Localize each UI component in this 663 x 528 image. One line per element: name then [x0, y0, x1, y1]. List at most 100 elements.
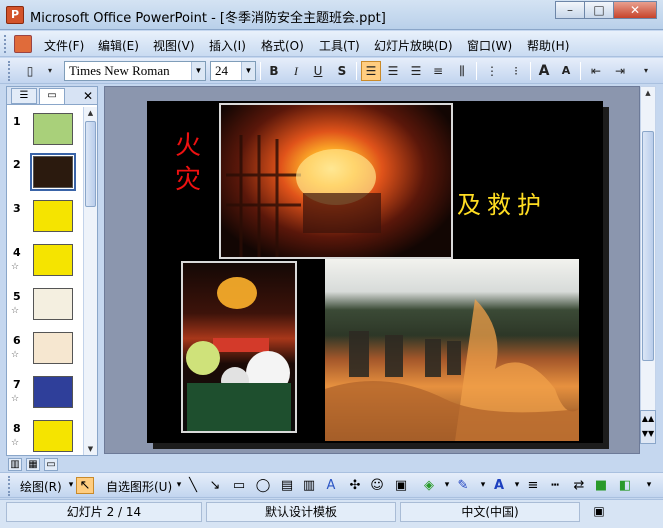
increase-font-button[interactable]: A — [534, 61, 554, 81]
diagram-icon[interactable]: ✣ — [346, 477, 364, 494]
font-color-icon[interactable]: A — [490, 477, 508, 494]
clipart-icon[interactable]: ☺ — [368, 477, 386, 494]
slide-thumbnail-selected[interactable] — [30, 153, 76, 191]
slide-thumbnail[interactable] — [33, 244, 73, 276]
underline-button[interactable]: U — [308, 61, 328, 81]
slide-thumbnail-row[interactable]: 1 — [7, 113, 83, 153]
wordart-icon[interactable]: A — [322, 477, 340, 494]
minimize-button[interactable]: – — [555, 1, 585, 19]
menu-file[interactable]: 文件(F) — [44, 37, 84, 54]
close-icon[interactable]: ✕ — [83, 89, 93, 103]
slide-thumbnail-row[interactable]: 6 ☆ — [7, 332, 83, 372]
vertical-text-icon[interactable]: ⫼ — [452, 61, 472, 81]
autoshapes-menu-button[interactable]: 自选图形(U) — [106, 478, 172, 495]
menu-insert[interactable]: 插入(I) — [209, 37, 246, 54]
previous-slide-icon[interactable]: ▲▲ — [641, 411, 655, 426]
design-template-name[interactable]: 默认设计模板 — [206, 502, 396, 522]
menu-help[interactable]: 帮助(H) — [527, 37, 569, 54]
line-style-icon[interactable]: ≡ — [524, 477, 542, 494]
slide-thumbnail-row[interactable]: 5 ☆ — [7, 288, 83, 328]
menu-format[interactable]: 格式(O) — [261, 37, 304, 54]
decrease-indent-icon[interactable]: ⇤ — [586, 61, 606, 81]
toolbar-grip-handle[interactable] — [8, 476, 12, 496]
line-tool-icon[interactable]: ╲ — [184, 477, 202, 494]
fire-photo-building[interactable] — [219, 103, 453, 259]
insert-picture-icon[interactable]: ▣ — [392, 477, 410, 494]
arrow-tool-icon[interactable]: ↘ — [206, 477, 224, 494]
spellcheck-icon[interactable]: ▣ — [584, 502, 614, 522]
arrow-style-icon[interactable]: ⇄ — [570, 477, 588, 494]
oval-tool-icon[interactable]: ◯ — [254, 477, 272, 494]
toolbar-grip-handle[interactable] — [8, 61, 12, 81]
line-color-icon[interactable]: ✎ — [454, 477, 472, 494]
maximize-button[interactable]: □ — [584, 1, 614, 19]
font-name-select[interactable]: Times New Roman ▼ — [64, 61, 206, 81]
menu-grip-handle[interactable] — [4, 35, 8, 53]
align-right-icon[interactable]: ☰ — [406, 61, 426, 81]
menu-view[interactable]: 视图(V) — [153, 37, 195, 54]
shadow-button[interactable]: S — [332, 61, 352, 81]
menu-edit[interactable]: 编辑(E) — [98, 37, 139, 54]
slide-title-char-fire[interactable]: 火 — [175, 125, 201, 162]
scroll-down-icon[interactable]: ▼ — [84, 443, 97, 455]
scroll-up-icon[interactable]: ▲ — [641, 87, 655, 99]
3d-style-icon[interactable]: ◧ — [616, 477, 634, 494]
numbering-icon[interactable]: ⋮ — [482, 61, 502, 81]
slide-thumbnail[interactable] — [33, 113, 73, 145]
textbox-icon[interactable]: ▤ — [278, 477, 296, 494]
bold-button[interactable]: B — [264, 61, 284, 81]
slide-thumbnail-row[interactable]: 7 ☆ — [7, 376, 83, 416]
normal-view-icon[interactable]: ▥ — [8, 458, 22, 471]
menu-tools[interactable]: 工具(T) — [319, 37, 360, 54]
main-vertical-scrollbar[interactable]: ▲ ▼ — [640, 86, 656, 442]
slide-thumbnail-row[interactable]: 2 — [7, 153, 83, 196]
firefighters-photo[interactable] — [181, 261, 297, 433]
chevron-down-icon[interactable]: ▼ — [191, 62, 205, 80]
italic-button[interactable]: I — [286, 61, 306, 81]
menu-window[interactable]: 窗口(W) — [467, 37, 512, 54]
dash-style-icon[interactable]: ┅ — [546, 477, 564, 494]
slide-thumbnail[interactable] — [33, 332, 73, 364]
close-button[interactable]: ✕ — [613, 1, 657, 19]
document-icon[interactable] — [14, 35, 32, 53]
forest-fire-photo[interactable] — [325, 259, 579, 441]
fill-color-icon[interactable]: ◈ — [420, 477, 438, 494]
slide-thumbnail[interactable] — [33, 200, 73, 232]
current-slide[interactable]: 火 灾 及救护 — [147, 101, 603, 443]
font-size-select[interactable]: 24 ▼ — [210, 61, 256, 81]
distribute-icon[interactable]: ≡ — [428, 61, 448, 81]
slide-caption[interactable]: 及救护 — [457, 185, 547, 220]
next-slide-icon[interactable]: ▼▼ — [641, 426, 655, 441]
align-left-icon[interactable]: ☰ — [361, 61, 381, 81]
toolbar-options-icon[interactable]: ▾ — [40, 61, 60, 81]
select-pointer-icon[interactable]: ↖ — [76, 477, 94, 494]
slide-thumbnail-row[interactable]: 4 ☆ — [7, 244, 83, 284]
vertical-textbox-icon[interactable]: ▥ — [300, 477, 318, 494]
slide-thumbnail-row[interactable]: 8 ☆ — [7, 420, 83, 455]
rectangle-tool-icon[interactable]: ▭ — [230, 477, 248, 494]
bullets-icon[interactable]: ⁝ — [506, 61, 526, 81]
slides-pane-scrollbar[interactable]: ▲ ▼ — [83, 107, 97, 455]
draw-menu-button[interactable]: 绘图(R) — [20, 478, 62, 495]
slide-editing-area[interactable]: 火 灾 及救护 — [104, 86, 640, 454]
scrollbar-thumb[interactable] — [85, 121, 96, 207]
slide-thumbnail-row[interactable]: 3 — [7, 200, 83, 240]
menu-slideshow[interactable]: 幻灯片放映(D) — [374, 37, 453, 54]
slide-thumbnail[interactable] — [33, 288, 73, 320]
slide-title-char-disaster[interactable]: 灾 — [175, 159, 201, 196]
align-center-icon[interactable]: ☰ — [383, 61, 403, 81]
increase-indent-icon[interactable]: ⇥ — [610, 61, 630, 81]
tab-slides[interactable]: ▭ — [39, 88, 65, 104]
decrease-font-button[interactable]: A — [556, 61, 576, 81]
slide-thumbnail[interactable] — [33, 376, 73, 408]
shadow-style-icon[interactable]: ■ — [592, 477, 610, 494]
toolbar-options-icon[interactable]: ▾ — [636, 61, 656, 81]
toolbar-options-icon[interactable]: ▾ — [640, 477, 658, 494]
chevron-down-icon[interactable]: ▼ — [241, 62, 255, 80]
powerpoint-app-icon[interactable]: P — [6, 6, 24, 24]
slideshow-view-icon[interactable]: ▭ — [44, 458, 58, 471]
scrollbar-thumb[interactable] — [642, 131, 654, 361]
slide-sorter-icon[interactable]: ▦ — [26, 458, 40, 471]
tab-outline[interactable]: ☰ — [11, 88, 37, 104]
new-document-icon[interactable]: ▯ — [20, 61, 40, 81]
